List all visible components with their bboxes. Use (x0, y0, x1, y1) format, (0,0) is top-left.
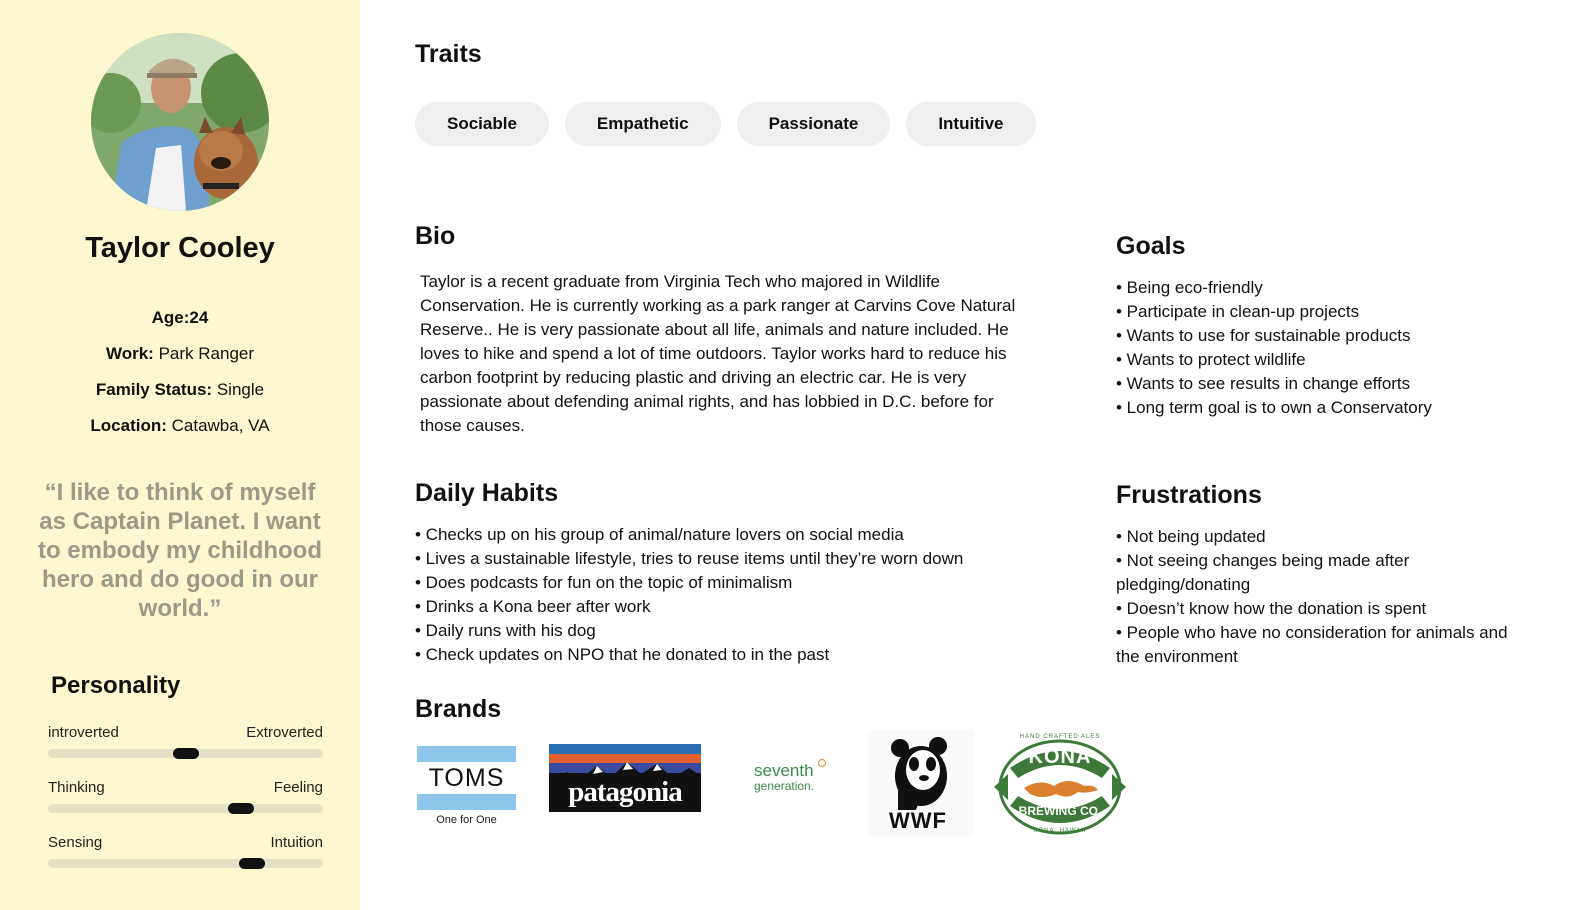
slider-left-label: Thinking (48, 779, 105, 796)
slider-thumb (228, 803, 254, 814)
slider-sensing-intuition: Sensing Intuition (48, 834, 323, 869)
goals-title: Goals (1116, 232, 1186, 260)
slider-track (48, 803, 323, 814)
slider-right-label: Feeling (273, 779, 323, 796)
trait-chip: Empathetic (564, 102, 721, 146)
list-item: • Lives a sustainable lifestyle, tries t… (415, 549, 964, 568)
goals-list: • Being eco-friendly • Participate in cl… (1116, 276, 1536, 420)
kona-bottom-text: BREWING CO. (1018, 804, 1102, 818)
trait-chip: Intuitive (906, 102, 1036, 146)
patagonia-wordmark: patagonia (568, 776, 682, 808)
list-item: • Participate in clean-up projects (1116, 302, 1360, 321)
traits-title: Traits (415, 40, 482, 68)
habits-title: Daily Habits (415, 479, 559, 507)
fact-value: Catawba, VA (171, 416, 270, 435)
slider-track (48, 748, 323, 759)
fact-label: Work: (105, 344, 154, 363)
list-item: • Drinks a Kona beer after work (415, 597, 651, 616)
personality-title: Personality (51, 672, 181, 699)
kona-arc-top: HAND CRAFTED ALES (1019, 734, 1101, 740)
fact-value: 24 (189, 308, 209, 327)
fact-label: Location: (90, 416, 167, 435)
seventh-line2: generation. (754, 779, 815, 793)
list-item: • People who have no consideration for a… (1116, 623, 1508, 666)
kona-arc-bottom: KONA, HAWAII (1033, 828, 1087, 834)
wwf-wordmark: WWF (889, 808, 947, 833)
list-item: • Daily runs with his dog (415, 621, 596, 640)
frustrations-list: • Not being updated • Not seeing changes… (1116, 525, 1516, 669)
bio-text: Taylor is a recent graduate from Virgini… (420, 272, 1016, 435)
list-item: • Long term goal is to own a Conservator… (1116, 398, 1432, 417)
fact-location: Location: Catawba, VA (0, 415, 360, 451)
persona-facts: Age:24 Work: Park Ranger Family Status: … (0, 307, 360, 451)
fact-label: Family Status: (95, 380, 213, 399)
trait-chip: Passionate (736, 102, 891, 146)
slider-introverted-extroverted: introverted Extroverted (48, 724, 323, 759)
fact-work: Work: Park Ranger (0, 343, 360, 379)
persona-name: Taylor Cooley (85, 232, 275, 264)
kona-brewing-logo: KONA BREWING CO. HAND CRAFTED ALES KONA,… (994, 734, 1126, 836)
toms-logo: TOMS One for One (417, 746, 516, 826)
profile-sidebar: Taylor Cooley Age:24 Work: Park Ranger F… (0, 0, 360, 910)
list-item: • Not seeing changes being made after pl… (1116, 551, 1410, 594)
slider-left-label: introverted (48, 724, 119, 741)
fact-value: Single (216, 380, 265, 399)
fact-age: Age:24 (0, 307, 360, 343)
brands-title: Brands (415, 695, 502, 723)
frustrations-title: Frustrations (1116, 481, 1262, 509)
list-item: • Wants to see results in change efforts (1116, 374, 1411, 393)
fact-family-status: Family Status: Single (0, 379, 360, 415)
list-item: • Wants to use for sustainable products (1116, 326, 1411, 345)
habits-list: • Checks up on his group of animal/natur… (415, 523, 1055, 667)
fact-label: Age: (151, 308, 190, 327)
toms-tagline: One for One (436, 814, 497, 826)
bio-title: Bio (415, 222, 456, 250)
list-item: • Being eco-friendly (1116, 278, 1263, 297)
slider-thumb (239, 858, 265, 869)
slider-right-label: Extroverted (246, 724, 323, 741)
fact-value: Park Ranger (158, 344, 255, 363)
list-item: • Not being updated (1116, 527, 1266, 546)
toms-wordmark: TOMS (417, 762, 516, 794)
traits-list: Sociable Empathetic Passionate Intuitive (415, 102, 1036, 146)
profile-avatar (91, 33, 269, 211)
kona-top-text: KONA (1028, 746, 1092, 768)
seventh-generation-logo: seventh generation. (754, 759, 834, 793)
slider-left-label: Sensing (48, 834, 103, 851)
persona-quote: “I like to think of myself as Captain Pl… (37, 479, 322, 622)
patagonia-logo: patagonia (549, 744, 701, 812)
slider-thumb (173, 748, 199, 759)
slider-thinking-feeling: Thinking Feeling (48, 779, 323, 814)
wwf-logo: WWF (868, 730, 974, 836)
list-item: • Wants to protect wildlife (1116, 350, 1306, 369)
list-item: • Doesn’t know how the donation is spent (1116, 599, 1427, 618)
slider-track (48, 858, 323, 869)
list-item: • Checks up on his group of animal/natur… (415, 525, 904, 544)
slider-right-label: Intuition (270, 834, 323, 851)
list-item: • Does podcasts for fun on the topic of … (415, 573, 793, 592)
trait-chip: Sociable (415, 102, 549, 146)
list-item: • Check updates on NPO that he donated t… (415, 645, 830, 664)
